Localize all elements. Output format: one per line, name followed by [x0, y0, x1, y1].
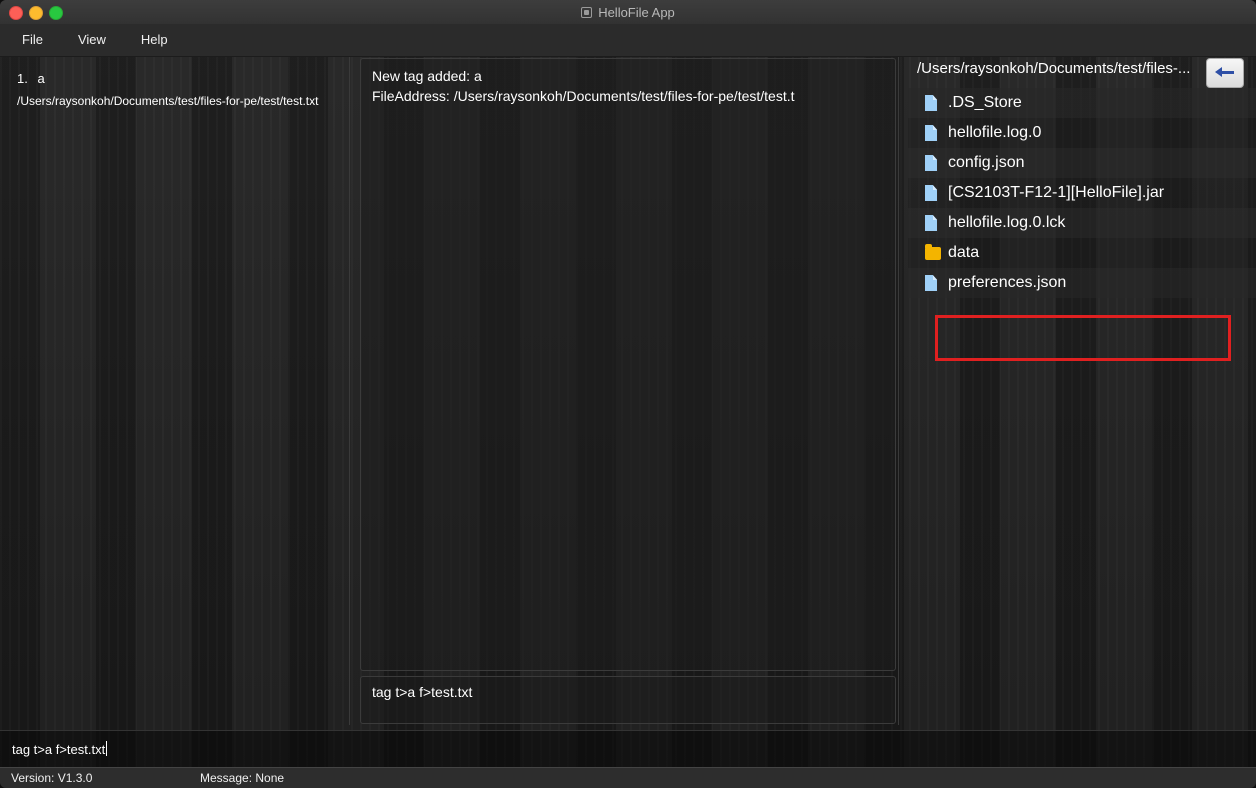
version-label: Version: V1.3.0: [11, 771, 93, 785]
arrow-left-icon: [1215, 67, 1235, 79]
file-name: hellofile.log.0: [948, 124, 1042, 141]
current-directory-path: /Users/raysonkoh/Documents/test/files-..…: [917, 60, 1191, 77]
app-icon: [581, 6, 593, 18]
file-icon: [925, 215, 937, 231]
file-name: hellofile.log.0.lck: [948, 214, 1066, 231]
command-input-text: tag t>a f>test.txt: [12, 742, 106, 757]
file-item[interactable]: hellofile.log.0: [908, 118, 1256, 148]
command-input[interactable]: tag t>a f>test.txt: [12, 741, 108, 757]
status-bar: Version: V1.3.0 Message: None: [0, 767, 1256, 788]
status-message: Message: None: [200, 771, 285, 785]
menu-view[interactable]: View: [68, 24, 116, 56]
file-name: preferences.json: [948, 274, 1067, 291]
file-icon: [925, 185, 937, 201]
file-item[interactable]: config.json: [908, 148, 1256, 178]
menu-file[interactable]: File: [12, 24, 53, 56]
file-list: .DS_Store hellofile.log.0 config.json [C…: [908, 88, 1256, 298]
result-line: New tag added: a: [372, 68, 482, 84]
folder-icon: [925, 244, 941, 260]
tag-name: a: [37, 71, 45, 86]
title-bar: HelloFile App: [0, 0, 1256, 25]
file-item[interactable]: hellofile.log.0.lck: [908, 208, 1256, 238]
command-echo: tag t>a f>test.txt: [372, 684, 473, 700]
file-item[interactable]: .DS_Store: [908, 88, 1256, 118]
result-display: New tag added: a FileAddress: /Users/ray…: [360, 58, 896, 671]
command-echo-box: tag t>a f>test.txt: [360, 676, 896, 724]
window-title-wrap: HelloFile App: [0, 0, 1256, 24]
file-name: config.json: [948, 154, 1025, 171]
result-line: FileAddress: /Users/raysonkoh/Documents/…: [372, 88, 795, 104]
command-box[interactable]: tag t>a f>test.txt: [0, 730, 1256, 767]
menu-bar: File View Help: [0, 24, 1256, 57]
tag-list-panel: 1. a /Users/raysonkoh/Documents/test/fil…: [0, 57, 350, 725]
file-item[interactable]: preferences.json: [908, 268, 1256, 298]
window-title: HelloFile App: [598, 4, 675, 20]
tag-card[interactable]: 1. a /Users/raysonkoh/Documents/test/fil…: [6, 63, 343, 111]
highlight-annotation: [935, 315, 1231, 361]
file-icon: [925, 95, 937, 111]
tag-index: 1.: [17, 71, 28, 86]
tag-file-path: /Users/raysonkoh/Documents/test/files-fo…: [17, 94, 319, 108]
file-icon: [925, 275, 937, 291]
file-name: .DS_Store: [948, 94, 1022, 111]
file-item[interactable]: [CS2103T-F12-1][HelloFile].jar: [908, 178, 1256, 208]
text-caret: [106, 741, 108, 756]
menu-help[interactable]: Help: [131, 24, 178, 56]
folder-item[interactable]: data: [908, 238, 1256, 268]
back-button[interactable]: [1206, 58, 1244, 88]
app-window: HelloFile App File View Help 1. a /Users…: [0, 0, 1256, 788]
file-name: [CS2103T-F12-1][HelloFile].jar: [948, 184, 1165, 201]
file-icon: [925, 125, 937, 141]
folder-name: data: [948, 244, 980, 261]
file-icon: [925, 155, 937, 171]
panel-divider: [898, 57, 899, 725]
tag-title: 1. a: [17, 71, 45, 86]
